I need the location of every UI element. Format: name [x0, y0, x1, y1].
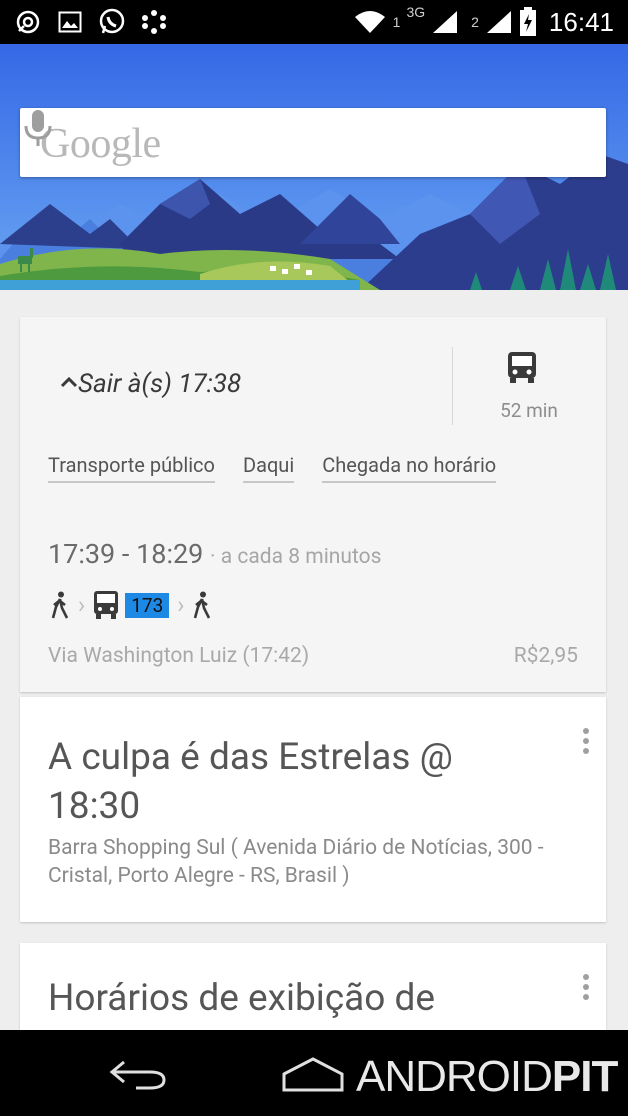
- search-bar[interactable]: Google: [20, 108, 606, 177]
- dots-app-icon: [140, 8, 168, 36]
- mic-icon[interactable]: [20, 108, 56, 148]
- androidpit-watermark: ANDROIDPIT: [356, 1052, 618, 1102]
- whatsapp-icon: [98, 8, 126, 36]
- gallery-icon: [56, 8, 84, 36]
- option-arrival-time[interactable]: Chegada no horário: [322, 453, 497, 483]
- bus-icon[interactable]: [506, 351, 538, 385]
- transit-options: Transporte público Daqui Chegada no horá…: [48, 453, 497, 483]
- chevron-up-icon[interactable]: [60, 375, 78, 389]
- schedule-times: 17:39 - 18:29 · a cada 8 minutos: [48, 538, 381, 570]
- sim1-label: 1: [392, 14, 401, 30]
- wifi-icon: [354, 11, 385, 33]
- status-bar: 1 3G 2 16:41: [0, 0, 628, 44]
- walk-icon: [51, 591, 69, 619]
- time-range: 17:39 - 18:29: [48, 538, 204, 570]
- movie-title[interactable]: A culpa é das Estrelas @ 18:30: [48, 733, 548, 831]
- movie-location: Barra Shopping Sul ( Avenida Diário de N…: [48, 836, 544, 888]
- transit-card[interactable]: Sair à(s) 17:38 52 min Transporte públic…: [20, 317, 606, 692]
- header-banner: Google: [0, 44, 628, 290]
- chevron-right-icon: ›: [78, 591, 86, 619]
- navigation-bar: ANDROIDPIT: [0, 1030, 628, 1116]
- google-logo: Google: [40, 121, 161, 167]
- departure-time[interactable]: Sair à(s) 17:38: [78, 369, 241, 399]
- fare-price: R$2,95: [513, 644, 578, 668]
- system-status: 1 3G 2 16:41: [353, 4, 614, 40]
- route-steps: › 173 ›: [50, 590, 212, 620]
- sim2-label: 2: [471, 14, 479, 30]
- back-icon[interactable]: [106, 1056, 170, 1092]
- route-via: Via Washington Luiz (17:42): [48, 644, 310, 668]
- home-icon[interactable]: [280, 1056, 346, 1094]
- walk-icon: [194, 591, 211, 619]
- frequency: · a cada 8 minutos: [210, 545, 382, 569]
- trip-duration: 52 min: [500, 399, 558, 422]
- battery-charging-icon: [519, 7, 536, 36]
- bus-line-badge: 173: [125, 592, 170, 618]
- notification-icons: [14, 8, 168, 36]
- signal-icon: [486, 11, 511, 33]
- network-type: 3G: [406, 4, 426, 20]
- option-from-here[interactable]: Daqui: [242, 453, 295, 483]
- more-vert-icon[interactable]: [582, 727, 590, 755]
- more-vert-icon[interactable]: [582, 973, 590, 1001]
- watermark-android: ANDROID: [356, 1052, 553, 1101]
- option-public-transport[interactable]: Transporte público: [48, 453, 215, 483]
- signal-app-icon: [14, 8, 42, 36]
- signal-icon: [433, 11, 458, 33]
- chevron-right-icon: ›: [177, 591, 185, 619]
- movie-card[interactable]: A culpa é das Estrelas @ 18:30 Barra Sho…: [20, 697, 606, 922]
- watermark-pit: PIT: [551, 1052, 618, 1101]
- bus-icon: [94, 591, 119, 619]
- clock: 16:41: [548, 6, 614, 37]
- showtimes-title[interactable]: Horários de exibição de: [48, 977, 435, 1020]
